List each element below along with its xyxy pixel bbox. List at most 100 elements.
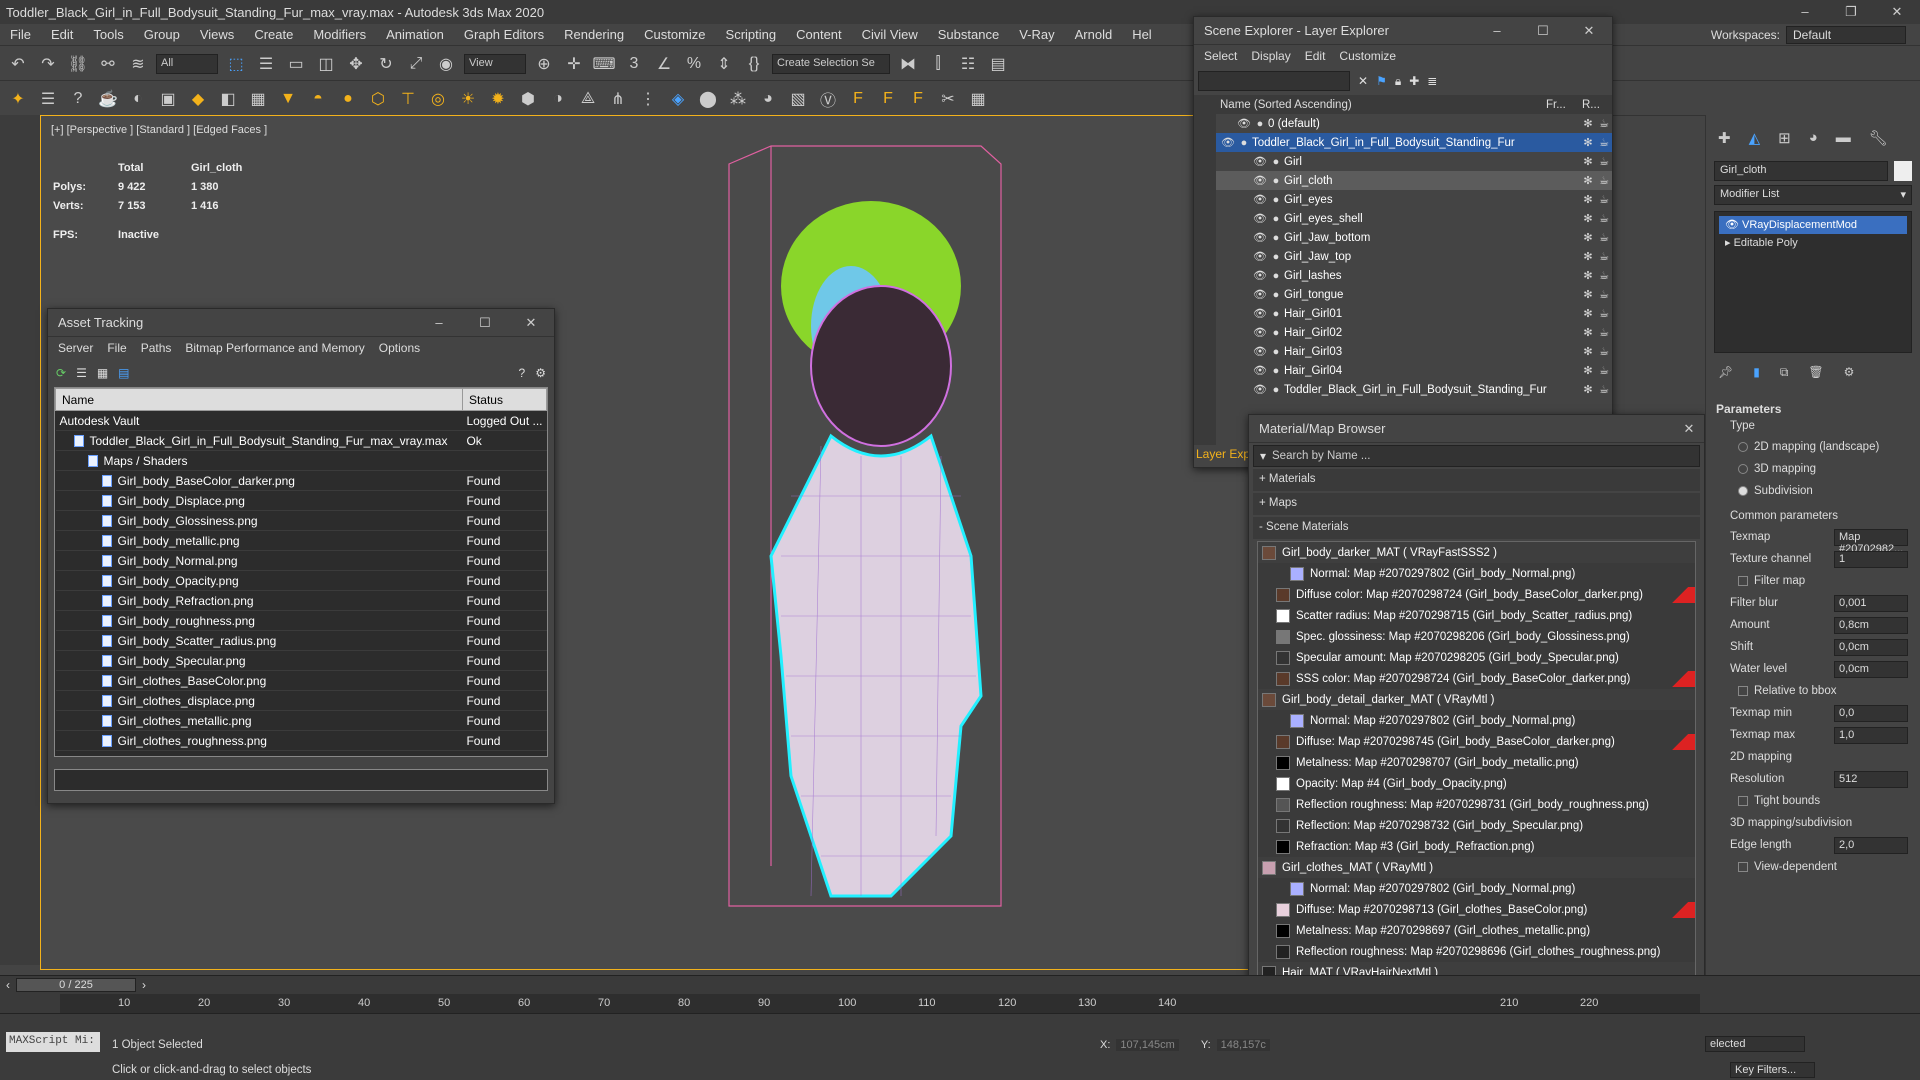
lock-icon[interactable]: 🔒︎ <box>1395 74 1401 89</box>
freeze-dot-icon[interactable]: ● <box>1268 175 1284 187</box>
list-icon[interactable]: ☰ <box>36 87 60 111</box>
add-layer-icon[interactable]: ✚ <box>1409 74 1419 88</box>
menu-group[interactable]: Group <box>134 27 190 42</box>
table-row[interactable]: Girl_body_Opacity.png Found <box>55 570 547 591</box>
freeze-dot-icon[interactable]: ● <box>1268 308 1284 320</box>
ref-coord-dropdown[interactable]: View <box>464 53 526 74</box>
scene-tree-item[interactable]: 👁︎ ● Girl ✻ ☕︎ <box>1216 152 1612 171</box>
table-row[interactable]: Girl_clothes_displace.png Found <box>55 690 547 711</box>
scene-menu-item[interactable]: Display <box>1251 49 1290 63</box>
hierarchy-tab-icon[interactable]: ⊞ <box>1778 129 1791 147</box>
filter-icon[interactable]: ⚑ <box>1376 74 1387 88</box>
parameter-spinner[interactable]: Map #20702982... <box>1834 528 1908 555</box>
table-row[interactable]: Girl_body_Scatter_radius.png Found <box>55 630 547 651</box>
menu-animation[interactable]: Animation <box>376 27 454 42</box>
scene-tree-item[interactable]: 👁︎ ● Girl_Jaw_bottom ✻ ☕︎ <box>1216 228 1612 247</box>
checkbox-icon[interactable] <box>1738 576 1748 586</box>
options-icon[interactable]: ⚙ <box>535 366 546 380</box>
eye-icon[interactable]: 👁︎ <box>1725 219 1742 231</box>
map-item[interactable]: Scatter radius: Map #2070298715 (Girl_bo… <box>1258 605 1695 626</box>
teapot-render-icon[interactable]: ☕︎ <box>1596 288 1612 301</box>
menu-customize[interactable]: Customize <box>634 27 715 42</box>
freeze-dot-icon[interactable]: ● <box>1268 270 1284 282</box>
move-icon[interactable]: ✥ <box>344 52 368 76</box>
checkbox-icon[interactable] <box>1738 796 1748 806</box>
plane-icon[interactable]: ⟁ <box>576 87 600 111</box>
align-icon[interactable]: ⫿ <box>926 52 950 76</box>
redo-icon[interactable]: ↷ <box>36 52 60 76</box>
table-row[interactable]: Girl_body_BaseColor_darker.png Found <box>55 470 547 491</box>
freeze-dot-icon[interactable]: ● <box>1268 327 1284 339</box>
map-item[interactable]: Refraction: Map #3 (Girl_body_Refraction… <box>1258 836 1695 857</box>
visibility-eye-icon[interactable]: 👁︎ <box>1252 155 1268 168</box>
visibility-eye-icon[interactable]: 👁︎ <box>1236 117 1252 130</box>
edit-named-selection-icon[interactable]: {} <box>742 52 766 76</box>
make-unique-icon[interactable]: ⧉ <box>1780 365 1789 380</box>
scene-tree-item[interactable]: 👁︎ ● Girl_lashes ✻ ☕︎ <box>1216 266 1612 285</box>
track-bar[interactable]: 10 20 30 40 50 60 70 80 90 100 110 120 130 140 210 220 <box>60 994 1700 1014</box>
tight-bounds-checkbox[interactable]: Tight bounds <box>1706 790 1920 812</box>
freeze-dot-icon[interactable]: ● <box>1252 118 1268 130</box>
frame-buffer-icon[interactable]: ▧ <box>786 87 810 111</box>
scene-tree-item[interactable]: 👁︎ ● Toddler_Black_Girl_in_Full_Bodysuit_S… <box>1216 133 1612 152</box>
map-item[interactable]: Reflection roughness: Map #2070298731 (G… <box>1258 794 1695 815</box>
asset-menu-item[interactable]: Bitmap Performance and Memory <box>185 341 364 355</box>
menu-file[interactable]: File <box>0 27 41 42</box>
radio-icon[interactable] <box>1738 486 1748 496</box>
snowflake-icon[interactable]: ✻ <box>1580 269 1596 282</box>
menu-tools[interactable]: Tools <box>83 27 133 42</box>
clear-search-icon[interactable]: ✕ <box>1358 74 1368 88</box>
fb3-icon[interactable]: F <box>906 87 930 111</box>
render-icon[interactable]: ◧ <box>216 87 240 111</box>
scale-icon[interactable]: ⤢ <box>404 52 428 76</box>
named-selection-dropdown[interactable]: Create Selection Se <box>772 53 890 74</box>
scene-tree-item[interactable]: 👁︎ ● Girl_eyes_shell ✻ ☕︎ <box>1216 209 1612 228</box>
parameter-spinner[interactable]: 512 <box>1834 770 1908 788</box>
table-row[interactable]: Girl_body_Normal.png Found <box>55 550 547 571</box>
visibility-eye-icon[interactable]: 👁︎ <box>1252 174 1268 187</box>
keyboard-shortcut-icon[interactable]: ⌨ <box>592 52 616 76</box>
table-row[interactable]: Autodesk Vault Logged Out ... <box>55 410 547 431</box>
search-dropdown-icon[interactable]: ▾ <box>1254 449 1272 463</box>
snowflake-icon[interactable]: ✻ <box>1580 307 1596 320</box>
scene-tree-item[interactable]: 👁︎ ● Girl_Jaw_top ✻ ☕︎ <box>1216 247 1612 266</box>
scene-col-name[interactable]: Name (Sorted Ascending) <box>1220 99 1546 111</box>
teapot-render-icon[interactable]: ☕︎ <box>1596 326 1612 339</box>
table-row[interactable]: Toddler_Black_Girl_in_Full_Bodysuit_Stan… <box>55 430 547 451</box>
table-row[interactable]: Girl_clothes_roughness.png Found <box>55 730 547 751</box>
visibility-eye-icon[interactable]: 👁︎ <box>1252 269 1268 282</box>
scene-tree-item[interactable]: 👁︎ ● Hair_Girl03 ✻ ☕︎ <box>1216 342 1612 361</box>
toddler-model-wireframe[interactable] <box>681 136 1141 966</box>
scene-menu-item[interactable]: Select <box>1204 49 1237 63</box>
select-by-name-icon[interactable]: ☰ <box>254 52 278 76</box>
minimize-icon[interactable]: – <box>1782 4 1828 20</box>
configure-sets-icon[interactable]: ⚙ <box>1844 365 1855 380</box>
parameter-spinner[interactable]: 0,0cm <box>1834 660 1908 678</box>
material-item[interactable]: Girl_body_detail_darker_MAT ( VRayMtl ) <box>1258 689 1695 710</box>
visibility-eye-icon[interactable]: 👁︎ <box>1252 193 1268 206</box>
freeze-dot-icon[interactable]: ● <box>1268 384 1284 396</box>
list-view-icon[interactable]: ☰ <box>76 366 87 380</box>
sun-light-icon[interactable]: ☀ <box>456 87 480 111</box>
material-sphere-icon[interactable]: ⬤ <box>696 87 720 111</box>
view-dependent-checkbox[interactable]: View-dependent <box>1706 856 1920 878</box>
scene-maximize-icon[interactable]: ☐ <box>1520 23 1566 39</box>
snowflake-icon[interactable]: ✻ <box>1580 193 1596 206</box>
percent-snap-icon[interactable]: % <box>682 52 706 76</box>
object-name-field[interactable]: Girl_cloth <box>1714 161 1888 181</box>
parameter-spinner[interactable]: 0,0cm <box>1834 638 1908 656</box>
geodesic-icon[interactable]: ⬡ <box>366 87 390 111</box>
map-item[interactable]: Specular amount: Map #2070298205 (Girl_b… <box>1258 647 1695 668</box>
table-row[interactable]: Girl_body_Specular.png Found <box>55 650 547 671</box>
teapot-render-icon[interactable]: ☕︎ <box>1596 250 1612 263</box>
table-row[interactable]: Girl_body_Displace.png Found <box>55 490 547 511</box>
col-status[interactable]: Status <box>461 388 547 411</box>
map-item[interactable]: Diffuse color: Map #2070298724 (Girl_bod… <box>1258 584 1695 605</box>
parameter-spinner[interactable]: 0,001 <box>1834 594 1908 612</box>
scene-tree-item[interactable]: 👁︎ ● Hair_Girl01 ✻ ☕︎ <box>1216 304 1612 323</box>
next-frame-icon[interactable]: › <box>142 978 146 992</box>
selection-set-dropdown[interactable]: elected <box>1705 1036 1805 1052</box>
material-close-icon[interactable]: ✕ <box>1674 421 1704 437</box>
pin-stack-icon[interactable]: 📌︎ <box>1718 365 1733 380</box>
material-item[interactable]: Girl_clothes_MAT ( VRayMtl ) <box>1258 857 1695 878</box>
